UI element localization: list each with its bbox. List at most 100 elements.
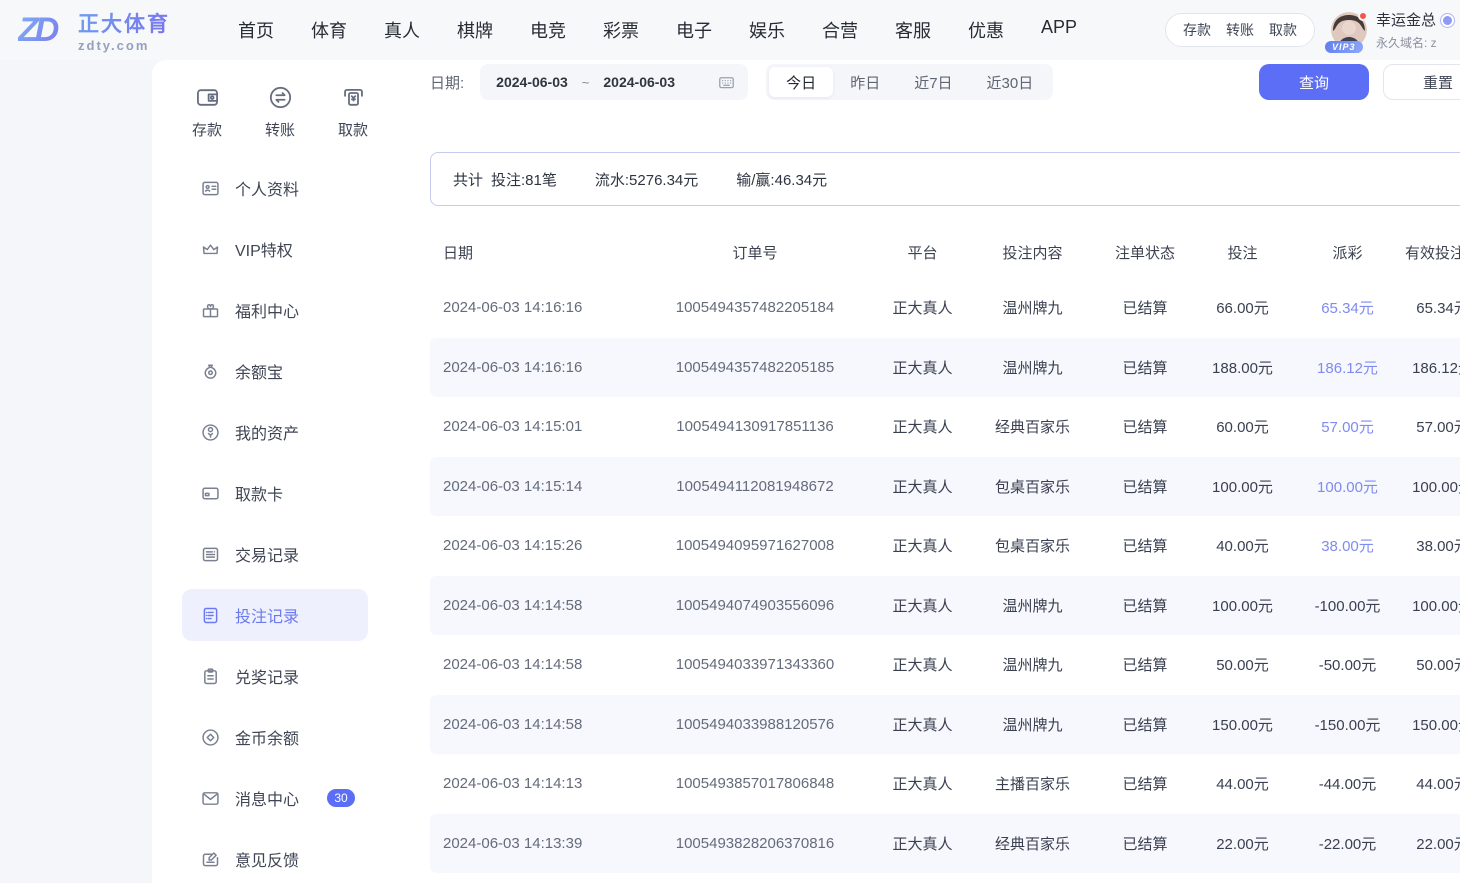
bet-record-icon — [200, 605, 221, 626]
nav-item-slots[interactable]: 电子 — [676, 17, 712, 43]
quick-action-label: 转账 — [265, 119, 295, 140]
sidebar-item-label: 余额宝 — [235, 359, 283, 383]
filter-row: 日期: 2024-06-03 ~ 2024-06-03 今日 昨日 近7日 近3… — [430, 64, 1460, 100]
nav-item-support[interactable]: 客服 — [895, 17, 931, 43]
brand-name: 正大体育 — [78, 8, 170, 38]
cell-order: 1005494033971343360 — [635, 656, 875, 673]
sidebar-item-label: 取款卡 — [235, 481, 283, 505]
sidebar-item-label: 个人资料 — [235, 176, 299, 200]
cell-status: 已结算 — [1095, 833, 1195, 854]
permanent-domain-note: 永久域名: z — [1376, 34, 1460, 51]
sidebar-item-transactions[interactable]: 交易记录 — [182, 528, 368, 580]
cell-payout: -100.00元 — [1290, 595, 1405, 616]
sidebar-item-label: VIP特权 — [235, 237, 293, 261]
table-row: 2024-06-03 14:16:16 1005494357482205184 … — [430, 278, 1460, 338]
quick-action-transfer[interactable]: 转账 — [247, 84, 313, 140]
table-row: 2024-06-03 14:16:16 1005494357482205185 … — [430, 338, 1460, 398]
sidebar: 存款 转账 取款 — [152, 60, 412, 883]
cell-platform: 正大真人 — [875, 297, 970, 318]
search-button[interactable]: 查询 — [1259, 64, 1369, 100]
nav-item-sports[interactable]: 体育 — [311, 17, 347, 43]
deposit-link[interactable]: 存款 — [1183, 20, 1211, 40]
sidebar-item-bet-records[interactable]: 投注记录 — [182, 589, 368, 641]
tab-yesterday[interactable]: 昨日 — [833, 67, 897, 97]
cell-bet-content: 经典百家乐 — [970, 833, 1095, 854]
cell-payout: 186.12元 — [1290, 357, 1405, 378]
crown-icon — [200, 239, 221, 260]
main-area: 日期: 2024-06-03 ~ 2024-06-03 今日 昨日 近7日 近3… — [412, 60, 1460, 883]
cell-platform: 正大真人 — [875, 833, 970, 854]
cell-order: 1005493857017806848 — [635, 775, 875, 792]
nav-item-home[interactable]: 首页 — [238, 17, 274, 43]
transaction-list-icon — [200, 544, 221, 565]
transfer-icon — [267, 84, 294, 111]
quick-action-deposit[interactable]: 存款 — [174, 84, 240, 140]
nav-item-app[interactable]: APP — [1041, 17, 1077, 43]
sidebar-item-label: 金币余额 — [235, 725, 299, 749]
bank-card-icon — [200, 483, 221, 504]
nav-item-chess[interactable]: 棋牌 — [457, 17, 493, 43]
quick-action-label: 取款 — [338, 119, 368, 140]
sidebar-item-vip[interactable]: VIP特权 — [182, 223, 368, 275]
avatar[interactable]: VIP3 — [1331, 12, 1367, 48]
cell-bet-content: 主播百家乐 — [970, 773, 1095, 794]
cell-platform: 正大真人 — [875, 654, 970, 675]
filter-buttons: 查询 重置 — [1259, 64, 1460, 100]
quick-action-withdraw[interactable]: 取款 — [320, 84, 386, 140]
sidebar-item-label: 福利中心 — [235, 298, 299, 322]
cell-platform: 正大真人 — [875, 357, 970, 378]
nav-item-entertainment[interactable]: 娱乐 — [749, 17, 785, 43]
cell-payout: -22.00元 — [1290, 833, 1405, 854]
content-panel: 存款 转账 取款 — [152, 60, 1460, 883]
calendar-icon[interactable] — [717, 73, 736, 92]
sidebar-item-redeem-records[interactable]: 兑奖记录 — [182, 650, 368, 702]
table-row: 2024-06-03 14:15:14 1005494112081948672 … — [430, 457, 1460, 517]
column-header-bet: 投注 — [1195, 242, 1290, 263]
brand-logo[interactable]: ZD 正大体育 zdty.com — [18, 8, 196, 53]
sidebar-item-profile[interactable]: 个人资料 — [182, 162, 368, 214]
reset-button[interactable]: 重置 — [1383, 64, 1460, 100]
tab-last-30-days[interactable]: 近30日 — [970, 67, 1051, 97]
cell-bet-amount: 40.00元 — [1195, 535, 1290, 556]
summary-bar: 共计 投注:81笔 流水:5276.34元 输/赢:46.34元 — [430, 152, 1460, 206]
cell-date: 2024-06-03 14:16:16 — [443, 359, 635, 376]
cell-status: 已结算 — [1095, 476, 1195, 497]
table-row: 2024-06-03 14:14:58 1005494074903556096 … — [430, 576, 1460, 636]
cell-order: 1005494074903556096 — [635, 597, 875, 614]
cell-bet-content: 温州牌九 — [970, 357, 1095, 378]
tab-last-7-days[interactable]: 近7日 — [897, 67, 969, 97]
cell-payout: 100.00元 — [1290, 476, 1405, 497]
sidebar-item-yuebao[interactable]: 余额宝 — [182, 345, 368, 397]
cell-platform: 正大真人 — [875, 595, 970, 616]
id-card-icon — [200, 178, 221, 199]
nav-item-promo[interactable]: 优惠 — [968, 17, 1004, 43]
cell-platform: 正大真人 — [875, 714, 970, 735]
column-header-date: 日期 — [443, 242, 635, 263]
sidebar-item-assets[interactable]: 我的资产 — [182, 406, 368, 458]
nav-item-esports[interactable]: 电竞 — [530, 17, 566, 43]
tab-today[interactable]: 今日 — [769, 67, 833, 97]
withdraw-link[interactable]: 取款 — [1269, 20, 1297, 40]
cell-bet-content: 包桌百家乐 — [970, 476, 1095, 497]
date-end-value: 2024-06-03 — [603, 74, 675, 90]
sidebar-item-feedback[interactable]: 意见反馈 — [182, 833, 368, 883]
cell-payout: -44.00元 — [1290, 773, 1405, 794]
cell-bet-amount: 44.00元 — [1195, 773, 1290, 794]
cell-bet-content: 包桌百家乐 — [970, 535, 1095, 556]
table-row: 2024-06-03 14:14:58 1005494033988120576 … — [430, 695, 1460, 755]
transfer-link[interactable]: 转账 — [1226, 20, 1254, 40]
cell-order: 1005494357482205185 — [635, 359, 875, 376]
cell-date: 2024-06-03 14:16:16 — [443, 299, 635, 316]
cell-valid-amount: 100.00元 — [1405, 595, 1460, 616]
sidebar-item-withdraw-card[interactable]: 取款卡 — [182, 467, 368, 519]
cell-bet-amount: 66.00元 — [1195, 297, 1290, 318]
date-range-input[interactable]: 2024-06-03 ~ 2024-06-03 — [480, 64, 748, 100]
sidebar-item-messages[interactable]: 消息中心 30 — [182, 772, 368, 824]
date-filter-label: 日期: — [430, 72, 464, 93]
sidebar-item-coin-balance[interactable]: 金币余额 — [182, 711, 368, 763]
cell-bet-amount: 100.00元 — [1195, 595, 1290, 616]
sidebar-item-welfare[interactable]: 福利中心 — [182, 284, 368, 336]
nav-item-lottery[interactable]: 彩票 — [603, 17, 639, 43]
nav-item-live[interactable]: 真人 — [384, 17, 420, 43]
nav-item-affiliate[interactable]: 合营 — [822, 17, 858, 43]
